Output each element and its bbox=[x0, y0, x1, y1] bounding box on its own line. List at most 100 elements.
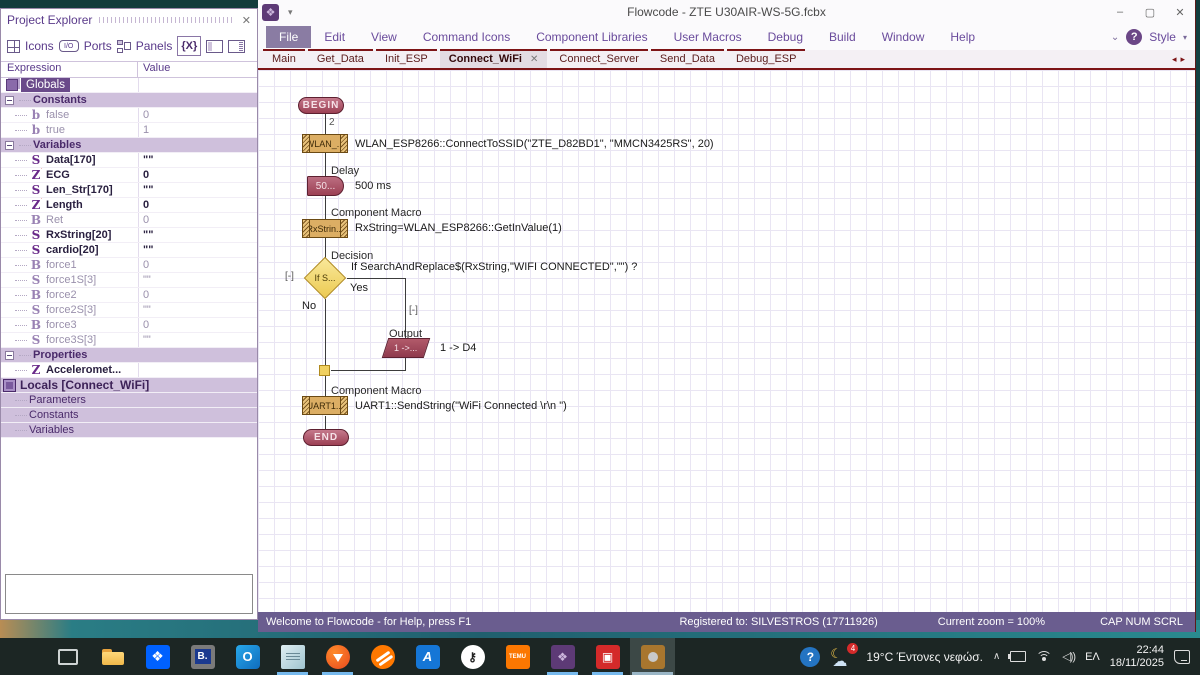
collapse-box-icon[interactable] bbox=[5, 96, 14, 105]
taskbar-avast-icon[interactable] bbox=[360, 638, 405, 675]
ports-icon[interactable]: I/O bbox=[59, 40, 79, 52]
tree-row-force3s-3-[interactable]: Sforce3S[3]"" bbox=[1, 333, 257, 348]
tree-row-cardio-20-[interactable]: Scardio[20]"" bbox=[1, 243, 257, 258]
tree-row-globals[interactable]: Globals bbox=[1, 78, 257, 93]
tab-init-esp[interactable]: Init_ESP bbox=[376, 49, 437, 68]
menu-file[interactable]: File bbox=[266, 26, 311, 48]
get-help-icon[interactable]: ? bbox=[800, 647, 820, 667]
wlan-macro-node[interactable]: WLAN_... bbox=[302, 134, 348, 153]
volume-icon[interactable]: ◁)) bbox=[1062, 650, 1075, 663]
tree-row-properties[interactable]: Properties bbox=[1, 348, 257, 363]
style-caret-icon[interactable]: ▾ bbox=[1183, 33, 1187, 42]
begin-node[interactable]: BEGIN bbox=[298, 97, 344, 114]
expressions-button[interactable]: {X} bbox=[177, 36, 201, 56]
tree-row-locals-connect-wifi-[interactable]: Locals [Connect_WiFi] bbox=[1, 378, 257, 393]
tree-row-variables[interactable]: Variables bbox=[1, 423, 257, 438]
ports-button[interactable]: Ports bbox=[84, 39, 112, 53]
taskbar-file-explorer-icon[interactable] bbox=[90, 638, 135, 675]
tree-row-variables[interactable]: Variables bbox=[1, 138, 257, 153]
tree-row-rxstring-20-[interactable]: SRxString[20]"" bbox=[1, 228, 257, 243]
rx-macro-node[interactable]: RxStrin... bbox=[302, 219, 348, 238]
taskbar-bing-icon[interactable]: B. bbox=[180, 638, 225, 675]
watch-box[interactable] bbox=[5, 574, 253, 614]
tree-row-false[interactable]: bfalse0 bbox=[1, 108, 257, 123]
icons-grid-icon[interactable] bbox=[7, 40, 20, 53]
tree-row-ret[interactable]: BRet0 bbox=[1, 213, 257, 228]
action-center-icon[interactable] bbox=[1174, 650, 1190, 664]
taskbar-capture-tool-icon[interactable] bbox=[630, 638, 675, 675]
connector-point[interactable] bbox=[319, 365, 330, 376]
end-node[interactable]: END bbox=[303, 429, 349, 446]
tree-row-ecg[interactable]: Z*ECG0 bbox=[1, 168, 257, 183]
tree-row-force3[interactable]: Bforce30 bbox=[1, 318, 257, 333]
tree-row-len-str-170-[interactable]: SLen_Str[170]"" bbox=[1, 183, 257, 198]
panel-close-icon[interactable]: ✕ bbox=[242, 14, 251, 27]
delay-node[interactable]: 50... bbox=[307, 176, 344, 196]
minimize-button[interactable]: – bbox=[1105, 1, 1135, 23]
taskbar-anydesk-icon[interactable]: A bbox=[405, 638, 450, 675]
flowchart-canvas[interactable]: BEGIN 2 WLAN_... WLAN_ESP8266::ConnectTo… bbox=[258, 70, 1195, 612]
tab-get-data[interactable]: Get_Data bbox=[308, 49, 373, 68]
tree-row-force1s-3-[interactable]: Sforce1S[3]"" bbox=[1, 273, 257, 288]
panel-drag-grip[interactable] bbox=[99, 17, 234, 23]
tree-row-true[interactable]: btrue1 bbox=[1, 123, 257, 138]
maximize-button[interactable]: ▢ bbox=[1135, 1, 1165, 23]
tree-row-parameters[interactable]: Parameters bbox=[1, 393, 257, 408]
icons-button[interactable]: Icons bbox=[25, 39, 54, 53]
collapse-box-icon[interactable] bbox=[5, 351, 14, 360]
language-indicator[interactable]: ΕΛ bbox=[1085, 651, 1100, 663]
dock-left-icon[interactable] bbox=[206, 40, 223, 53]
taskbar-notepad-icon[interactable] bbox=[270, 638, 315, 675]
tab-connect-wifi[interactable]: Connect_WiFi✕ bbox=[440, 49, 548, 68]
taskbar-dropbox-icon[interactable]: ❖ bbox=[135, 638, 180, 675]
tab-connect-server[interactable]: Connect_Server bbox=[550, 49, 648, 68]
tree-row-force2s-3-[interactable]: Sforce2S[3]"" bbox=[1, 303, 257, 318]
menu-command-icons[interactable]: Command Icons bbox=[410, 26, 523, 48]
decision-node[interactable]: If S... bbox=[303, 257, 347, 299]
dock-right-icon[interactable] bbox=[228, 40, 245, 53]
tree-row-acceleromet-[interactable]: ZAcceleromet... bbox=[1, 363, 257, 378]
menu-component-libraries[interactable]: Component Libraries bbox=[523, 26, 660, 48]
taskbar-outlook-icon[interactable]: O bbox=[225, 638, 270, 675]
tab-close-icon[interactable]: ✕ bbox=[530, 54, 538, 65]
column-expression[interactable]: Expression bbox=[1, 62, 138, 77]
uart-macro-node[interactable]: UART1... bbox=[302, 396, 348, 415]
taskbar-flowcode-icon[interactable]: ❖ bbox=[540, 638, 585, 675]
taskbar-start-icon[interactable] bbox=[0, 638, 45, 675]
tab-scroll-arrows[interactable]: ◂▸ bbox=[1172, 54, 1189, 65]
style-button[interactable]: Style bbox=[1149, 30, 1176, 44]
tab-send-data[interactable]: Send_Data bbox=[651, 49, 724, 68]
tree-row-data-170-[interactable]: SData[170]"" bbox=[1, 153, 257, 168]
menu-user-macros[interactable]: User Macros bbox=[661, 26, 755, 48]
taskbar-video-tool-icon[interactable]: ▣ bbox=[585, 638, 630, 675]
decision-collapse-icon[interactable]: [-] bbox=[285, 271, 294, 282]
menu-build[interactable]: Build bbox=[816, 26, 869, 48]
panels-button[interactable]: Panels bbox=[136, 39, 173, 53]
taskbar-task-view-icon[interactable] bbox=[45, 638, 90, 675]
tree-row-constants[interactable]: Constants bbox=[1, 93, 257, 108]
weather-text[interactable]: 19°C Έντονες νεφώσ. bbox=[866, 650, 983, 664]
menu-view[interactable]: View bbox=[358, 26, 410, 48]
taskbar-key-icon[interactable]: ⚷ bbox=[450, 638, 495, 675]
panels-icon[interactable] bbox=[117, 40, 131, 53]
menu-edit[interactable]: Edit bbox=[311, 26, 358, 48]
tray-overflow-icon[interactable]: ∧ bbox=[993, 651, 1000, 662]
wifi-icon[interactable] bbox=[1036, 651, 1052, 663]
taskbar-temu-icon[interactable]: TEMU bbox=[495, 638, 540, 675]
column-value[interactable]: Value bbox=[138, 62, 170, 77]
device-icon[interactable] bbox=[1010, 651, 1026, 662]
close-button[interactable]: ✕ bbox=[1165, 1, 1195, 23]
menu-help[interactable]: Help bbox=[937, 26, 988, 48]
weather-icon[interactable]: ☾☁ 4 bbox=[830, 646, 856, 668]
branch-collapse-icon[interactable]: [-] bbox=[409, 305, 418, 316]
ribbon-collapse-icon[interactable]: ⌄ bbox=[1111, 32, 1119, 43]
tree-row-length[interactable]: Z*Length0 bbox=[1, 198, 257, 213]
tree-row-force2[interactable]: Bforce20 bbox=[1, 288, 257, 303]
tree-row-constants[interactable]: Constants bbox=[1, 408, 257, 423]
help-icon[interactable]: ? bbox=[1126, 29, 1142, 45]
taskbar-brave-icon[interactable] bbox=[315, 638, 360, 675]
tree-row-force1[interactable]: Bforce10 bbox=[1, 258, 257, 273]
collapse-box-icon[interactable] bbox=[5, 141, 14, 150]
menu-window[interactable]: Window bbox=[869, 26, 938, 48]
menu-debug[interactable]: Debug bbox=[755, 26, 816, 48]
